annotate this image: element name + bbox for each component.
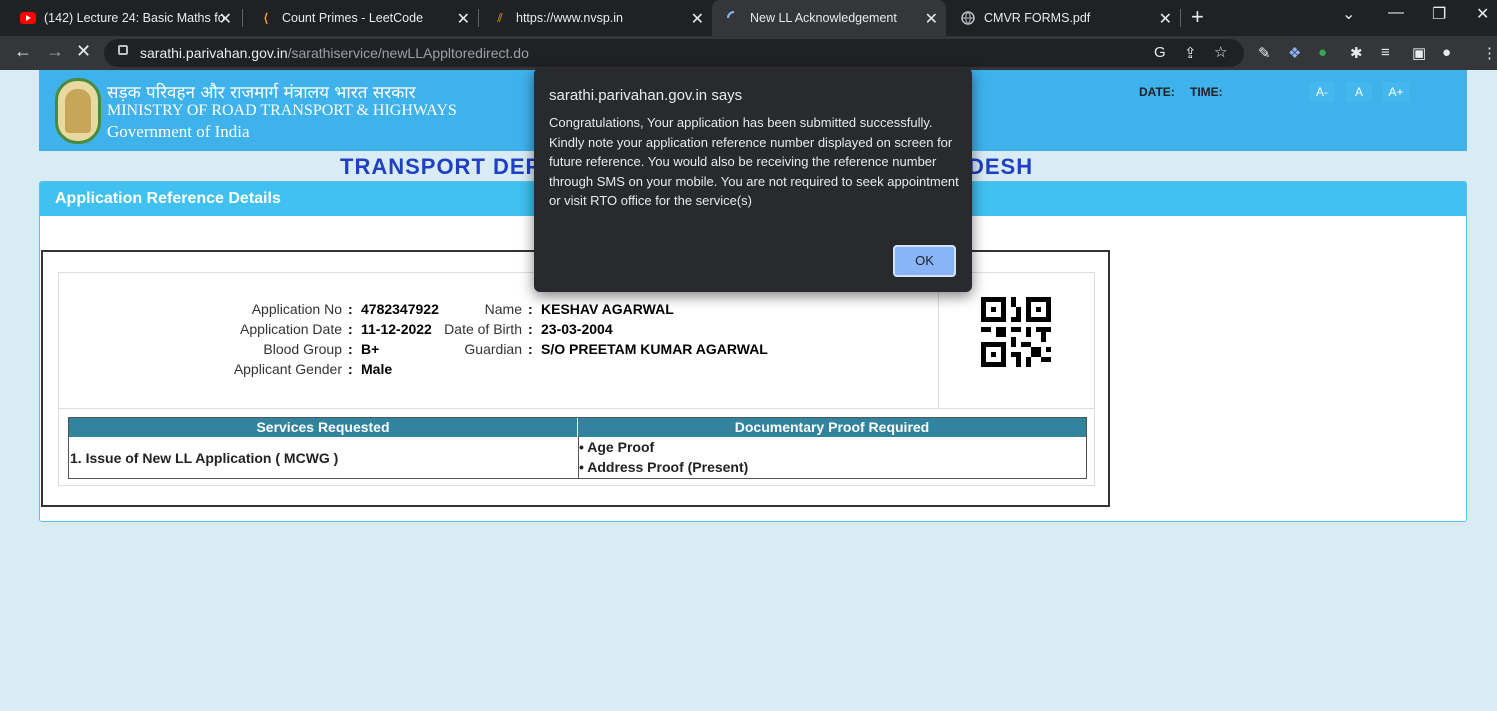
gender-value: Male (361, 361, 393, 377)
maximize-icon[interactable]: ❐ (1432, 4, 1446, 24)
tab-separator (1180, 9, 1181, 27)
application-no-value: 4782347922 (361, 301, 439, 317)
reading-list-icon[interactable]: ≡ (1381, 44, 1390, 61)
close-icon[interactable]: ✕ (925, 9, 938, 29)
name-value: KESHAV AGARWAL (541, 301, 674, 317)
browser-toolbar: ← → ✕ sarathi.parivahan.gov.in/sarathise… (0, 36, 1497, 70)
pen-extension-icon[interactable]: ✎ (1258, 44, 1271, 62)
application-no-label: Application No (251, 301, 342, 317)
hindi-title: सड़क परिवहन और राजमार्ग मंत्रालय भारत सर… (107, 83, 416, 103)
back-icon[interactable]: ← (14, 41, 32, 62)
services-table: Services Requested Documentary Proof Req… (68, 417, 1087, 479)
gender-label: Applicant Gender (233, 361, 342, 377)
emblem-icon (55, 78, 101, 144)
close-icon[interactable]: ✕ (219, 9, 232, 29)
department-title-right: DESH (968, 154, 1034, 179)
tab-title: Count Primes - LeetCode (282, 11, 424, 25)
share-icon[interactable]: ⇪ (1184, 44, 1197, 62)
colon: : (348, 341, 353, 357)
menu-icon[interactable]: ⋮ (1482, 44, 1497, 62)
documentary-proof-header: Documentary Proof Required (734, 419, 930, 435)
applicant-info: Application No : 4782347922 Application … (59, 273, 1094, 409)
nvsp-icon: ⫽ (497, 10, 503, 25)
font-normal-button[interactable]: A (1346, 82, 1372, 102)
tab-bar: (142) Lecture 24: Basic Maths for ✕ ⟨ Co… (0, 0, 1497, 36)
tab-title: https://www.nvsp.in (516, 11, 623, 25)
services-table-header: Services Requested Documentary Proof Req… (69, 418, 1086, 437)
loading-icon (726, 10, 742, 26)
tab-title: (142) Lecture 24: Basic Maths for (44, 11, 224, 25)
department-title-left: TRANSPORT DEPA (340, 154, 557, 179)
tab-nvsp[interactable]: ⫽ https://www.nvsp.in ✕ (478, 0, 712, 36)
tab-title: CMVR FORMS.pdf (984, 11, 1091, 25)
new-tab-icon[interactable]: + (1191, 4, 1204, 30)
globe-icon (960, 10, 976, 26)
application-date-value: 11-12-2022 (361, 321, 432, 337)
proof-item: • Age Proof (579, 439, 655, 455)
panel-title: Application Reference Details (55, 190, 281, 207)
application-date-label: Application Date (240, 321, 342, 337)
colon: : (528, 341, 533, 357)
dob-label: Date of Birth (444, 321, 522, 337)
tab-separator (242, 9, 243, 27)
guardian-label: Guardian (464, 341, 522, 357)
chevron-down-icon[interactable]: ⌄ (1342, 4, 1355, 24)
window-close-icon[interactable]: ✕ (1476, 4, 1489, 24)
colon: : (348, 301, 353, 317)
dialog-title: sarathi.parivahan.gov.in says (549, 87, 743, 104)
lock-icon (118, 45, 128, 55)
tab-new-ll-acknowledgement[interactable]: New LL Acknowledgement ✕ (712, 0, 946, 36)
acknowledgement-inner: Application No : 4782347922 Application … (58, 272, 1095, 486)
colon: : (528, 321, 533, 337)
forward-icon[interactable]: → (46, 41, 64, 62)
tab-cmvr-forms[interactable]: CMVR FORMS.pdf ✕ (946, 0, 1180, 36)
proof-item: • Address Proof (Present) (579, 459, 749, 475)
minimize-icon[interactable]: — (1388, 4, 1404, 22)
url-text: sarathi.parivahan.gov.in/sarathiservice/… (140, 45, 529, 61)
side-panel-icon[interactable]: ▣ (1412, 44, 1426, 62)
close-icon[interactable]: ✕ (1159, 9, 1172, 29)
name-label: Name (484, 301, 522, 317)
tab-leetcode[interactable]: ⟨ Count Primes - LeetCode ✕ (244, 0, 478, 36)
ok-button[interactable]: OK (893, 245, 956, 277)
colon: : (528, 301, 533, 317)
date-label: DATE: (1139, 85, 1175, 99)
tab-title: New LL Acknowledgement (750, 11, 897, 25)
colon: : (348, 321, 353, 337)
dob-value: 23-03-2004 (541, 321, 613, 337)
service-item: 1. Issue of New LL Application ( MCWG ) (70, 450, 339, 466)
extension-green-icon[interactable]: ● (1318, 44, 1327, 61)
extension-blue-icon[interactable]: ❖ (1288, 44, 1301, 62)
blood-group-label: Blood Group (263, 341, 342, 357)
close-icon[interactable]: ✕ (457, 9, 470, 29)
leetcode-icon: ⟨ (263, 11, 269, 25)
government-title: Government of India (107, 122, 250, 141)
dialog-message: Congratulations, Your application has be… (549, 115, 959, 209)
guardian-value: S/O PREETAM KUMAR AGARWAL (541, 341, 768, 357)
font-decrease-button[interactable]: A- (1309, 82, 1335, 102)
close-icon[interactable]: ✕ (691, 9, 704, 29)
address-bar[interactable]: sarathi.parivahan.gov.in/sarathiservice/… (104, 39, 1244, 67)
puzzle-icon[interactable]: ✱ (1350, 44, 1363, 62)
youtube-icon (20, 10, 36, 26)
colon: : (348, 361, 353, 377)
profile-avatar-icon[interactable]: ● (1442, 44, 1451, 61)
star-icon[interactable]: ☆ (1214, 43, 1227, 61)
alert-dialog: sarathi.parivahan.gov.in says Congratula… (534, 68, 972, 292)
stop-icon[interactable]: ✕ (76, 41, 91, 62)
qr-code-icon (981, 297, 1051, 367)
services-requested-header: Services Requested (69, 418, 578, 437)
time-label: TIME: (1190, 85, 1223, 99)
font-increase-button[interactable]: A+ (1383, 82, 1409, 102)
qr-cell (938, 273, 1094, 408)
google-icon[interactable]: G (1154, 44, 1166, 61)
blood-group-value: B+ (361, 341, 380, 357)
tab-youtube[interactable]: (142) Lecture 24: Basic Maths for ✕ (6, 0, 240, 36)
ministry-title: MINISTRY OF ROAD TRANSPORT & HIGHWAYS (107, 102, 457, 119)
